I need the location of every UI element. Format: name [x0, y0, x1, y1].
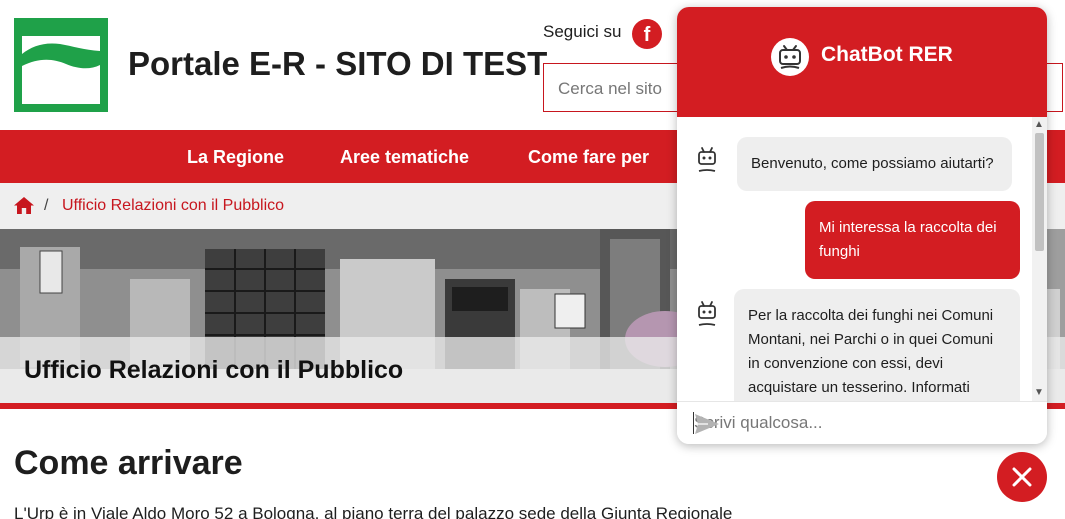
bot-message: Per la raccolta dei funghi nei Comuni Mo… — [734, 289, 1020, 401]
robot-icon — [694, 299, 720, 338]
site-title[interactable]: Portale E-R - SITO DI TEST — [128, 45, 547, 83]
robot-icon — [771, 38, 809, 76]
nav-item-come-fare-per[interactable]: Come fare per — [528, 147, 649, 168]
nav-item-la-regione[interactable]: La Regione — [187, 147, 284, 168]
breadcrumb-separator: / — [44, 197, 49, 214]
message-line: acquistare un tesserino. Informati — [748, 379, 970, 396]
breadcrumb-current[interactable]: Ufficio Relazioni con il Pubblico — [62, 197, 284, 215]
region-logo[interactable] — [14, 18, 108, 112]
message-line: Per la raccolta dei funghi nei Comuni — [748, 307, 994, 324]
send-icon[interactable] — [694, 413, 720, 440]
chatbot-title: ChatBot RER — [821, 43, 953, 66]
search-placeholder: Cerca nel sito — [558, 79, 662, 98]
message-line: Montani, nei Parchi o in quei Comuni — [748, 331, 994, 348]
message-line: funghi — [819, 243, 860, 260]
robot-icon — [694, 145, 720, 184]
user-message: Mi interessa la raccolta dei funghi — [805, 201, 1020, 279]
chat-scrollbar-thumb[interactable] — [1035, 133, 1044, 251]
home-icon[interactable] — [14, 197, 34, 219]
nav-item-aree-tematiche[interactable]: Aree tematiche — [340, 147, 469, 168]
message-line: Mi interessa la raccolta dei — [819, 219, 997, 236]
section-paragraph: L'Urp è in Viale Aldo Moro 52 a Bologna,… — [14, 504, 733, 519]
chatbot-messages[interactable]: Benvenuto, come possiamo aiutarti? Mi in… — [677, 117, 1047, 401]
chatbot-panel: ChatBot RER Benvenuto, come possiamo aiu… — [677, 7, 1047, 444]
hero-title: Ufficio Relazioni con il Pubblico — [24, 356, 404, 384]
bot-message: Benvenuto, come possiamo aiutarti? — [737, 137, 1012, 191]
chat-message-input[interactable]: Scrivi qualcosa... — [677, 401, 1047, 444]
section-heading: Come arrivare — [14, 444, 243, 482]
scroll-up-icon[interactable]: ▲ — [1034, 120, 1044, 130]
facebook-icon[interactable]: f — [632, 19, 662, 49]
scroll-down-icon[interactable]: ▼ — [1034, 388, 1044, 398]
chatbot-header: ChatBot RER — [677, 7, 1047, 117]
follow-label: Seguici su — [543, 22, 622, 41]
message-line: in convenzione con essi, devi — [748, 355, 944, 372]
close-icon — [1012, 467, 1032, 487]
close-chat-button[interactable] — [997, 452, 1047, 502]
message-line: Benvenuto, come possiamo aiutarti? — [751, 155, 994, 172]
